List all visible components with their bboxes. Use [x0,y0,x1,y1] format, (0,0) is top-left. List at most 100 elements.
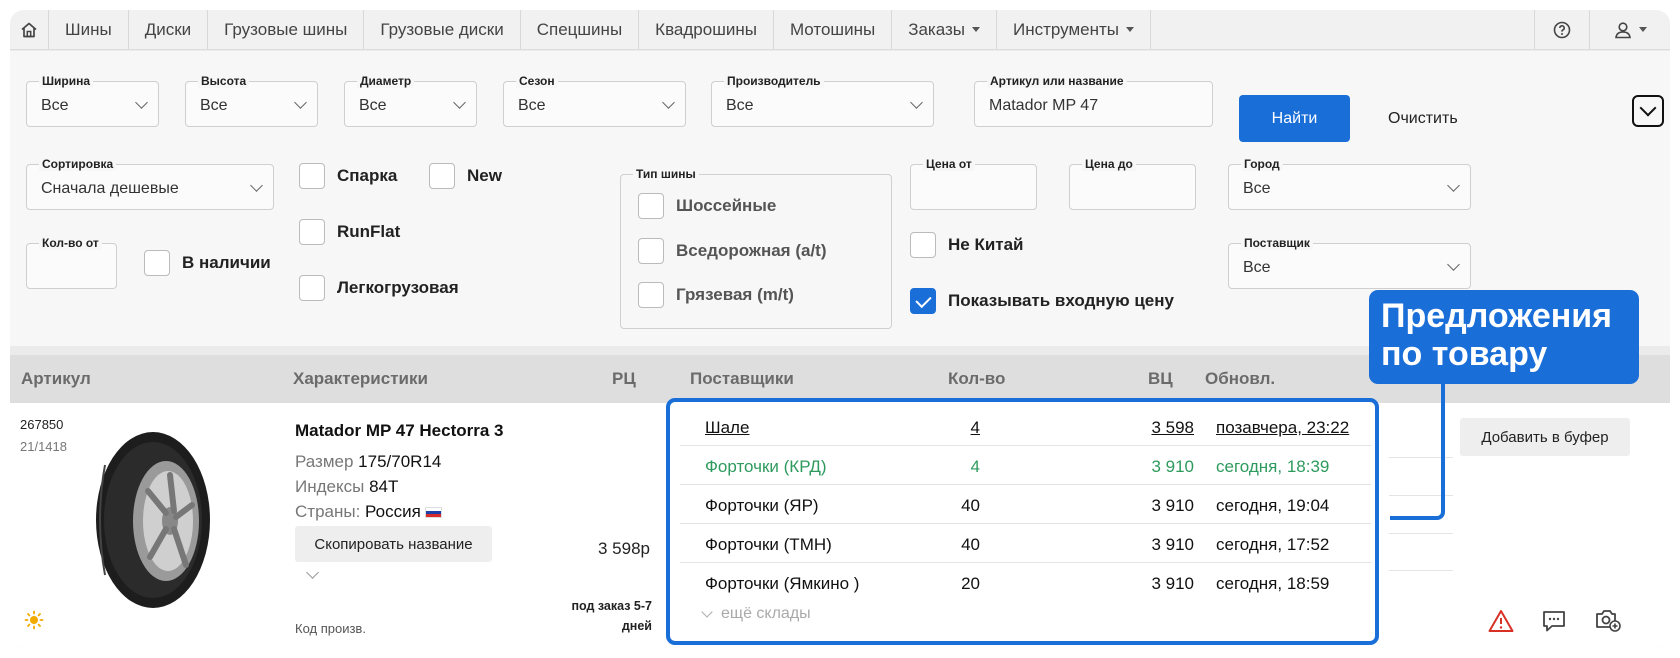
chevron-down-icon [453,96,466,109]
not-china-checkbox[interactable]: Не Китай [910,232,1024,258]
tire-type-highway-checkbox[interactable]: Шоссейные [638,193,776,219]
in-stock-checkbox[interactable]: В наличии [144,250,271,276]
caret-down-icon [1126,27,1135,32]
product-name: Matador MP 47 Hectorra 3 [295,421,504,440]
add-photo-icon[interactable] [1594,607,1622,633]
article-search-label: Артикул или название [987,74,1127,88]
tire-type-group: Тип шины Шоссейные Вседорожная (a/t) Гря… [620,167,892,329]
chevron-down-icon [1639,99,1657,117]
checkbox-box[interactable] [299,219,325,245]
light-truck-checkbox[interactable]: Легкогрузовая [299,275,459,301]
nav-truck-disks[interactable]: Грузовые диски [364,10,521,49]
city-select[interactable]: Город Все [1228,157,1471,210]
manufacturer-select[interactable]: Производитель Все [711,74,934,127]
offers-callout: Предложения по товару [1369,290,1639,384]
tire-type-mud-checkbox[interactable]: Грязевая (m/t) [638,282,794,308]
chevron-down-icon [662,96,675,109]
checkbox-box[interactable] [638,238,664,264]
new-checkbox[interactable]: New [429,163,502,189]
manufacturer-code-label: Код произв. [295,621,366,636]
chevron-down-icon [910,96,923,109]
supplier-row[interactable]: Форточки (ЯР) 40 3 910 сегодня, 19:04 [680,486,1371,524]
checkbox-box[interactable] [429,163,455,189]
add-to-buffer-button[interactable]: Добавить в буфер [1460,418,1630,456]
width-select[interactable]: Ширина Все [26,74,159,127]
runflat-checkbox[interactable]: RunFlat [299,219,400,245]
qty-from-label: Кол-во от [39,236,102,250]
manufacturer-label: Производитель [724,74,824,88]
price-from-label: Цена от [923,157,975,171]
diameter-value: Все [359,97,387,114]
supplier-select[interactable]: Поставщик Все [1228,236,1471,289]
supplier-row[interactable]: Форточки (ТМН) 40 3 910 сегодня, 17:52 [680,525,1371,563]
comment-icon[interactable] [1541,609,1567,633]
checkbox-box[interactable] [910,232,936,258]
supplier-updated: сегодня, 18:39 [1216,457,1330,476]
price-from-input[interactable]: Цена от [910,157,1037,210]
supplier-name: Форточки (Ямкино ) [705,574,860,593]
show-in-price-checkbox[interactable]: Показывать входную цену [910,288,1174,314]
clear-button[interactable]: Очистить [1388,95,1458,142]
warning-icon[interactable] [1488,609,1514,633]
supplier-offers-panel: Шале 4 3 598 позавчера, 23:22 Форточки (… [666,398,1379,645]
spark-checkbox[interactable]: Спарка [299,163,397,189]
height-select[interactable]: Высота Все [185,74,318,127]
sort-value: Сначала дешевые [41,180,179,197]
sort-label: Сортировка [39,157,117,171]
supplier-name[interactable]: Шале [705,418,749,438]
nav-spacer [1151,10,1535,49]
supplier-qty[interactable]: 4 [950,418,980,438]
supplier-qty: 40 [961,535,980,554]
more-warehouses-link[interactable]: ещё склады [701,605,811,623]
supplier-qty: 20 [961,574,980,593]
tire-type-allterrain-checkbox[interactable]: Вседорожная (a/t) [638,238,827,264]
size-label: Размер [295,452,354,471]
price-to-input[interactable]: Цена до [1069,157,1196,210]
nav-special-tires[interactable]: Спецшины [521,10,640,49]
nav-tires[interactable]: Шины [49,10,129,49]
new-label: New [467,166,502,185]
checkbox-box[interactable] [638,282,664,308]
supplier-row[interactable]: Форточки (Ямкино ) 20 3 910 сегодня, 18:… [680,564,1371,602]
checkbox-box[interactable] [638,193,664,219]
help-button[interactable] [1535,10,1590,49]
index-value: 84T [369,477,399,496]
sort-select[interactable]: Сортировка Сначала дешевые [26,157,274,210]
home-button[interactable] [10,10,49,49]
diameter-select[interactable]: Диаметр Все [344,74,477,127]
season-select[interactable]: Сезон Все [503,74,686,127]
nav-orders-menu[interactable]: Заказы [892,10,997,49]
expand-chevron-icon[interactable] [306,566,319,579]
width-value: Все [41,97,69,114]
nav-tools-menu[interactable]: Инструменты [997,10,1152,49]
checkbox-box[interactable] [144,250,170,276]
copy-name-button[interactable]: Скопировать название [295,526,492,562]
nav-truck-tires[interactable]: Грузовые шины [208,10,365,49]
app-window: Шины Диски Грузовые шины Грузовые диски … [10,10,1670,648]
checkbox-box[interactable] [299,275,325,301]
supplier-updated: сегодня, 19:04 [1216,496,1330,515]
col-suppliers: Поставщики [690,369,794,388]
nav-atv-tires[interactable]: Квадрошины [639,10,774,49]
chevron-down-icon [1447,258,1460,271]
qty-from-input[interactable]: Кол-во от [26,236,117,289]
home-icon [21,22,37,37]
manufacturer-value: Все [726,97,754,114]
supplier-row[interactable]: Шале 4 3 598 позавчера, 23:22 [680,408,1371,446]
user-menu[interactable] [1590,10,1670,49]
checkbox-checked[interactable] [910,288,936,314]
supplier-updated[interactable]: позавчера, 23:22 [1216,418,1349,438]
collapse-filters-button[interactable] [1632,95,1664,127]
nav-disks[interactable]: Диски [129,10,209,49]
country-value: Россия [365,502,421,521]
supplier-value: Все [1243,259,1271,276]
height-label: Высота [198,74,250,88]
nav-moto-tires[interactable]: Мотошины [774,10,893,49]
chevron-down-icon [294,96,307,109]
supplier-price[interactable]: 3 598 [1090,418,1194,438]
checkbox-box[interactable] [299,163,325,189]
col-qty: Кол-во [948,369,1006,388]
find-button[interactable]: Найти [1239,95,1350,142]
article-search-input[interactable]: Артикул или название Matador MP 47 [974,74,1213,127]
supplier-row[interactable]: Форточки (КРД) 4 3 910 сегодня, 18:39 [680,447,1371,485]
